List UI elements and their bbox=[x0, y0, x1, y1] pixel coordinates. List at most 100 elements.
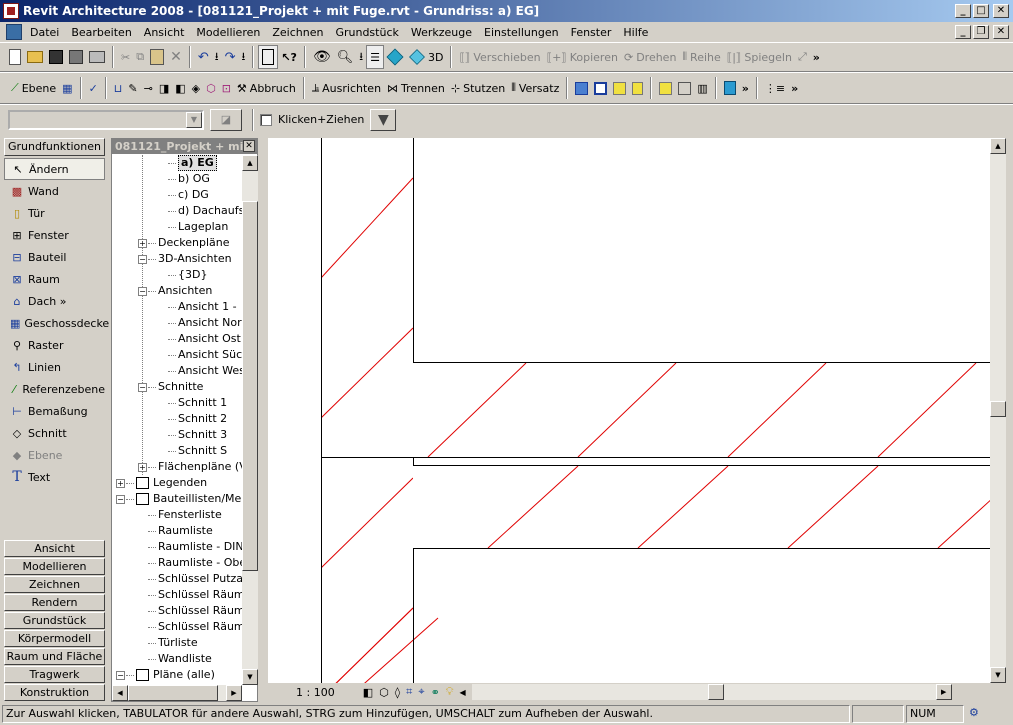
design-bar-item-wand[interactable]: ▩ Wand bbox=[4, 180, 105, 202]
browser-node[interactable]: Schlüssel Räume bbox=[158, 619, 242, 635]
abbruch-button[interactable]: ⚒ Abbruch bbox=[234, 76, 299, 100]
copy-monitor-button[interactable] bbox=[656, 76, 675, 100]
save-button[interactable] bbox=[46, 45, 66, 69]
save-as-button[interactable] bbox=[66, 45, 86, 69]
collapse-icon[interactable]: − bbox=[116, 671, 125, 680]
design-bar-tab-1[interactable]: Modellieren bbox=[4, 558, 105, 575]
browser-node[interactable]: Ansicht 1 - bbox=[178, 299, 237, 315]
temp-hide-icon[interactable]: ⚭ bbox=[431, 686, 440, 699]
design-bar-item-ebene[interactable]: ◆ Ebene bbox=[4, 444, 105, 466]
collapse-icon[interactable]: − bbox=[138, 255, 147, 264]
reveal-hidden-icon[interactable]: 💡︎ bbox=[446, 685, 454, 699]
rotate-button[interactable]: ⟳ Drehen bbox=[621, 45, 679, 69]
paste-button[interactable] bbox=[147, 45, 167, 69]
spellcheck-button[interactable]: ✓ bbox=[86, 76, 101, 100]
type-selector[interactable]: ▼ bbox=[8, 109, 204, 130]
type-properties-button[interactable]: ◪ bbox=[210, 108, 242, 131]
array-button[interactable]: ⫴ Reihe bbox=[679, 45, 723, 69]
crop-region-icon[interactable]: ⌗ bbox=[406, 685, 412, 699]
browser-vertical-scrollbar[interactable]: ▲ ▼ bbox=[242, 155, 258, 685]
zoom-dropdown[interactable]: ⭳ bbox=[356, 45, 366, 69]
match-button[interactable]: ⊸ bbox=[141, 76, 156, 100]
menu-fenster[interactable]: Fenster bbox=[565, 26, 618, 39]
scroll-left-icon[interactable]: ◀ bbox=[112, 685, 128, 701]
scroll-thumb[interactable] bbox=[707, 684, 724, 700]
browser-node[interactable]: Wandliste bbox=[158, 651, 212, 667]
versatz-button[interactable]: ⫴ Versatz bbox=[508, 76, 562, 100]
model-graphics-icon[interactable]: ⬡ bbox=[379, 686, 389, 699]
browser-node[interactable]: Fensterliste bbox=[158, 507, 222, 523]
doc-minimize-button[interactable]: _ bbox=[955, 25, 971, 39]
copy-element-button[interactable]: ⟦+⟧ Kopieren bbox=[544, 45, 621, 69]
scroll-thumb[interactable] bbox=[242, 201, 258, 571]
redo-dropdown[interactable]: ⭳ bbox=[238, 45, 248, 69]
design-bar-item-linien[interactable]: ↰ Linien bbox=[4, 356, 105, 378]
eyedropper-button[interactable]: ✎ bbox=[125, 76, 140, 100]
chevron-down-icon[interactable]: ▼ bbox=[186, 111, 202, 128]
design-bar-item-raum[interactable]: ⊠ Raum bbox=[4, 268, 105, 290]
doc-close-button[interactable]: ✕ bbox=[993, 25, 1009, 39]
menu-werkzeuge[interactable]: Werkzeuge bbox=[405, 26, 478, 39]
browser-node[interactable]: Schnitt 2 bbox=[178, 411, 227, 427]
browser-node[interactable]: Schlüssel Putzab bbox=[158, 571, 242, 587]
close-icon[interactable]: ✕ bbox=[243, 140, 255, 152]
stutzen-button[interactable]: ⊹ Stutzen bbox=[448, 76, 508, 100]
trennen-button[interactable]: ⋈ Trennen bbox=[384, 76, 448, 100]
whats-this-button[interactable]: ↖? bbox=[278, 45, 300, 69]
design-bar-tab-4[interactable]: Grundstück bbox=[4, 612, 105, 629]
new-button[interactable] bbox=[6, 45, 24, 69]
expand-icon[interactable]: + bbox=[116, 479, 125, 488]
ungroup-button[interactable] bbox=[591, 76, 610, 100]
design-bar-tab-0[interactable]: Ansicht bbox=[4, 540, 105, 557]
toolbar3-overflow[interactable]: » bbox=[788, 76, 801, 100]
print-button[interactable] bbox=[86, 45, 108, 69]
delete-button[interactable]: ✕ bbox=[167, 45, 185, 69]
minimize-button[interactable]: _ bbox=[955, 4, 971, 18]
scroll-right-icon[interactable]: ▶ bbox=[226, 685, 242, 701]
menu-ansicht[interactable]: Ansicht bbox=[138, 26, 191, 39]
browser-node[interactable]: a) EG bbox=[178, 155, 217, 171]
scroll-right-icon[interactable]: ▶ bbox=[935, 684, 952, 700]
group-button[interactable] bbox=[572, 76, 591, 100]
design-bar-header[interactable]: Grundfunktionen bbox=[4, 138, 105, 156]
browser-node[interactable]: Ansichten bbox=[158, 283, 212, 299]
design-bar-tab-3[interactable]: Rendern bbox=[4, 594, 105, 611]
browser-node[interactable]: Raumliste bbox=[158, 523, 213, 539]
undo-button[interactable]: ↶ bbox=[195, 45, 212, 69]
browser-node[interactable]: Bauteillisten/Men bbox=[153, 491, 242, 507]
browser-node[interactable]: Raumliste - Ober bbox=[158, 555, 242, 571]
design-bar-tab-7[interactable]: Tragwerk bbox=[4, 666, 105, 683]
browser-node[interactable]: Schlüssel Räume bbox=[158, 603, 242, 619]
klicken-ziehen-checkbox[interactable] bbox=[260, 113, 272, 126]
collapse-icon[interactable]: − bbox=[138, 287, 147, 296]
canvas-vertical-scrollbar[interactable]: ▲ ▼ bbox=[990, 138, 1006, 683]
detail-level-icon[interactable]: ◧ bbox=[363, 686, 373, 699]
move-button[interactable]: ⟦⟧ Verschieben bbox=[456, 45, 543, 69]
browser-node[interactable]: 3D-Ansichten bbox=[158, 251, 232, 267]
design-bar-item-tuer[interactable]: ▯ Tür bbox=[4, 202, 105, 224]
coordination-button[interactable] bbox=[675, 76, 694, 100]
menu-modellieren[interactable]: Modellieren bbox=[190, 26, 266, 39]
browser-node[interactable]: Ansicht Ost bbox=[178, 331, 241, 347]
browser-node[interactable]: Schnitt S bbox=[178, 443, 227, 459]
scroll-down-icon[interactable]: ▼ bbox=[990, 667, 1006, 683]
browser-node[interactable]: c) DG bbox=[178, 187, 209, 203]
join-button[interactable]: ◧ bbox=[172, 76, 188, 100]
design-options-button[interactable] bbox=[721, 76, 739, 100]
browser-node[interactable]: Ansicht Süc bbox=[178, 347, 242, 363]
worksets-button[interactable]: ⋮≡ bbox=[762, 76, 788, 100]
browser-node[interactable]: Türliste bbox=[158, 635, 198, 651]
default-3d-button[interactable]: 3D bbox=[406, 45, 446, 69]
redo-button[interactable]: ↷ bbox=[222, 45, 239, 69]
filter-button[interactable]: ▼ bbox=[370, 108, 397, 131]
design-bar-item-aendern[interactable]: ↖ Ändern bbox=[4, 158, 105, 180]
show-crop-icon[interactable]: ⌖ bbox=[418, 685, 424, 699]
design-bar-tab-5[interactable]: Körpermodell bbox=[4, 630, 105, 647]
cut-button[interactable]: ✂ bbox=[118, 45, 133, 69]
browser-node[interactable]: {3D} bbox=[178, 267, 207, 283]
design-bar-item-bemassung[interactable]: ⊢ Bemaßung bbox=[4, 400, 105, 422]
collapse-icon[interactable]: − bbox=[116, 495, 125, 504]
menu-einstellungen[interactable]: Einstellungen bbox=[478, 26, 565, 39]
mirror-button[interactable]: ⟦|⟧ Spiegeln bbox=[724, 45, 795, 69]
browser-node[interactable]: Schnitte bbox=[158, 379, 203, 395]
